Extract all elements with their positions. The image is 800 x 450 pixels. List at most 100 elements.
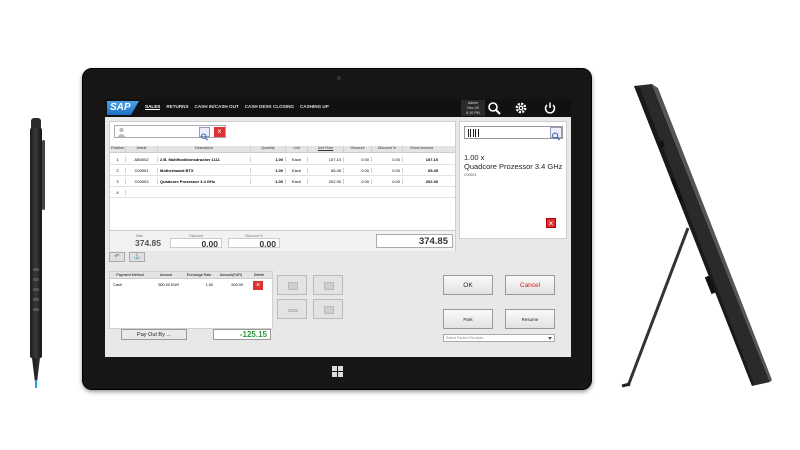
discount-box[interactable]: Discount 0.00	[170, 234, 222, 249]
cell-unit-price: 202.30	[308, 178, 344, 184]
col-article: Article	[126, 146, 158, 152]
parked-receipts-select[interactable]: Select Parked Receipts	[443, 334, 555, 342]
article-search-button[interactable]	[550, 127, 562, 141]
tablet-device: SAP SALES RETURNS CASH IN/CASH OUT CASH …	[82, 68, 592, 390]
payment-amount[interactable]: 500.00 EUR	[150, 283, 182, 287]
col-unit: Unit	[286, 146, 308, 152]
change-amount: -125.15	[213, 329, 271, 340]
nav-cash-in-out[interactable]: CASH IN/CASH OUT	[195, 104, 239, 110]
col-discount-pct: Discount %	[372, 146, 403, 152]
cell-discount[interactable]: 0.00	[344, 156, 372, 162]
table-row[interactable]: 3 C00003 Quadcore Prozessor 3.4 GHz 1.00…	[110, 176, 455, 187]
payment-row[interactable]: Cash 500.00 EUR 1.00 500.00 ×	[110, 279, 272, 291]
gear-icon[interactable]	[514, 101, 528, 115]
row-tools: ↶ ⚓	[109, 252, 149, 262]
total-value: 374.85	[135, 238, 161, 248]
payment-header: Payment Method Amount Exchange Rate Amou…	[110, 272, 272, 279]
table-row-empty[interactable]: 4	[110, 187, 455, 198]
customer-search-field[interactable]: ×	[114, 125, 226, 141]
pay-out-by-button[interactable]: Pay Out By ...	[121, 329, 187, 340]
main-nav: SALES RETURNS CASH IN/CASH OUT CASH DESK…	[145, 104, 329, 110]
cancel-button[interactable]: Cancel	[505, 275, 555, 295]
magnifier-icon	[200, 133, 209, 141]
barcode-input[interactable]	[464, 126, 563, 141]
payment-type-button-3[interactable]	[277, 299, 307, 319]
resume-button[interactable]: Resume	[505, 309, 555, 329]
cell-unit-price: 65.45	[308, 167, 344, 173]
undo-button[interactable]: ↶	[109, 252, 125, 262]
power-icon[interactable]	[543, 101, 557, 115]
stylus-pen	[28, 118, 45, 388]
discount-pct-field[interactable]: 0.00	[228, 238, 280, 249]
col-discount: Discount	[344, 146, 372, 152]
payment-amount-eur: 500.00	[231, 283, 243, 287]
item-detail-panel: 1.00 x Quadcore Prozessor 3.4 GHz C00003…	[459, 121, 567, 239]
cell-description: Quadcore Prozessor 3.4 GHz	[158, 178, 251, 184]
payment-type-button-1[interactable]	[277, 275, 307, 295]
table-row[interactable]: 1 AB0002 2.B. Multifunktionsdrucker 1111…	[110, 154, 455, 165]
ok-button[interactable]: OK	[443, 275, 493, 295]
detail-article-name: Quadcore Prozessor 3.4 GHz	[464, 162, 563, 171]
magnifier-icon	[552, 132, 561, 141]
payment-type-button-2[interactable]	[313, 275, 343, 295]
col-gross-amount: Gross Amount	[410, 146, 433, 150]
delete-line-button[interactable]: ×	[546, 218, 556, 228]
cell-gross: 107.10	[425, 156, 438, 162]
cell-article: AB0002	[126, 156, 158, 162]
grid-header: Position Article Description Quantity Un…	[110, 146, 455, 153]
col-description: Description	[158, 146, 251, 152]
cell-discount-pct[interactable]: 0.00	[372, 156, 403, 162]
customer-search-button[interactable]	[199, 127, 210, 141]
cell-discount[interactable]: 0.00	[344, 167, 372, 173]
cell-discount-pct[interactable]: 0.00	[372, 178, 403, 184]
cell-gross: 202.30	[425, 178, 438, 184]
total-box: Total 374.85	[114, 234, 164, 248]
totals-bar: Total 374.85 Discount 0.00 Discount % 0.…	[110, 230, 455, 251]
table-row[interactable]: 2 C00001 Motherboard BTX 1.00 Each 65.45…	[110, 165, 455, 176]
cell-discount-pct[interactable]: 0.00	[372, 167, 403, 173]
cell-unit: Each	[286, 167, 308, 173]
cell-position: 2	[110, 167, 126, 173]
cell-position: 4	[110, 189, 126, 195]
top-bar: SAP SALES RETURNS CASH IN/CASH OUT CASH …	[105, 99, 571, 117]
cell-unit: Each	[286, 178, 308, 184]
cell-article: C00003	[126, 178, 158, 184]
cell-position: 3	[110, 178, 126, 184]
nav-cash-desk-closing[interactable]: CASH DESK CLOSING	[245, 104, 294, 110]
cell-quantity[interactable]: 1.00	[251, 167, 286, 173]
receipt-panel: × Position Article Description Quantity …	[109, 121, 456, 251]
cell-unit-price: 107.10	[308, 156, 344, 162]
delete-payment-button[interactable]: ×	[253, 280, 263, 290]
cell-quantity[interactable]: 1.00	[251, 178, 286, 184]
camera-dot	[337, 76, 341, 80]
col-amount: Amount	[159, 273, 173, 277]
nav-sales[interactable]: SALES	[145, 104, 161, 110]
customer-assign-button[interactable]: ⚓	[129, 252, 145, 262]
grand-total: 374.85	[376, 234, 453, 248]
sap-logo: SAP	[107, 101, 139, 115]
cell-quantity[interactable]: 1.00	[251, 156, 286, 162]
discount-field[interactable]: 0.00	[170, 238, 222, 249]
search-icon[interactable]	[487, 101, 501, 115]
payment-type-button-4[interactable]	[313, 299, 343, 319]
clear-customer-button[interactable]: ×	[214, 127, 225, 137]
cell-unit: Each	[286, 156, 308, 162]
park-button[interactable]: Park	[443, 309, 493, 329]
col-quantity: Quantity	[251, 146, 286, 152]
col-payment-method: Payment Method	[116, 273, 144, 277]
nav-cashing-up[interactable]: CASHING UP	[300, 104, 329, 110]
nav-returns[interactable]: RETURNS	[166, 104, 188, 110]
cell-position: 1	[110, 156, 126, 162]
chevron-down-icon	[548, 337, 552, 340]
product-photo: SAP SALES RETURNS CASH IN/CASH OUT CASH …	[0, 0, 800, 450]
tablet-side-view	[621, 84, 772, 388]
customer-icon	[117, 127, 126, 137]
user-info: Admin Nov 28 6:10 PM	[461, 100, 485, 116]
windows-logo-icon	[332, 366, 344, 378]
cell-discount[interactable]: 0.00	[344, 178, 372, 184]
detail-quantity: 1.00 x	[464, 153, 485, 162]
discount-pct-box[interactable]: Discount % 0.00	[228, 234, 280, 249]
col-position: Position	[110, 146, 126, 152]
parked-receipts-placeholder: Select Parked Receipts	[446, 336, 484, 340]
cell-article: C00001	[126, 167, 158, 173]
